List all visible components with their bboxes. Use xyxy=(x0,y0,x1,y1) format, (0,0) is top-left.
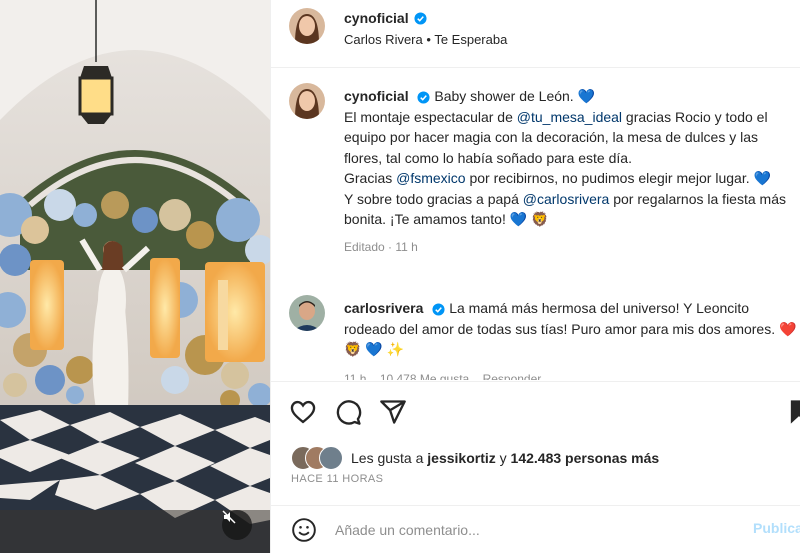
post-timestamp[interactable]: HACE 11 HORAS xyxy=(291,473,383,485)
post-caption: cynoficial Baby shower de León. 💙 El mon… xyxy=(344,86,799,257)
caption-text: por recibirnos, no pudimos elegir mejor … xyxy=(465,170,771,186)
caption-avatar-image xyxy=(289,83,325,119)
edited-label: Editado xyxy=(344,239,385,254)
comment-input[interactable] xyxy=(333,518,727,542)
post-photo xyxy=(0,0,270,553)
caption-text: Y sobre todo gracias a papá xyxy=(344,190,523,207)
caption-title: Baby shower de León. 💙 xyxy=(434,88,596,104)
likes-user[interactable]: jessikortiz xyxy=(427,450,495,466)
verified-icon xyxy=(414,11,427,25)
audio-song[interactable]: Te Esperaba xyxy=(434,32,507,47)
verified-icon xyxy=(417,91,431,104)
reply-button[interactable]: Responder xyxy=(483,372,542,381)
mute-button[interactable] xyxy=(222,510,252,540)
verified-icon xyxy=(432,303,445,316)
emoji-icon[interactable] xyxy=(291,517,317,543)
like-icon[interactable] xyxy=(289,398,317,426)
post-media[interactable] xyxy=(0,0,270,553)
caption-avatar[interactable] xyxy=(289,83,325,119)
likes-middle: y xyxy=(499,450,507,466)
liker-avatars xyxy=(291,446,347,470)
save-icon[interactable] xyxy=(785,398,800,426)
post-header: cynoficial Carlos Rivera • Te Esperaba xyxy=(271,0,800,68)
commenter-avatar-image xyxy=(289,295,325,331)
action-bar xyxy=(271,381,800,442)
comment-likes[interactable]: 10.478 Me gusta xyxy=(380,372,469,381)
audio-attribution: Carlos Rivera • Te Esperaba xyxy=(344,32,507,47)
mention-link[interactable]: @carlosrivera xyxy=(523,191,610,207)
caption-age[interactable]: 11 h xyxy=(395,240,417,254)
author-avatar-image xyxy=(289,8,325,44)
mention-link[interactable]: @tu_mesa_ideal xyxy=(517,109,622,125)
comment-username[interactable]: carlosrivera xyxy=(344,300,423,316)
header-username-row: cynoficial xyxy=(344,10,427,26)
post-details-panel: cynoficial Carlos Rivera • Te Esperaba c… xyxy=(270,0,800,553)
comment-meta: 11 h 10.478 Me gusta Responder xyxy=(344,369,799,381)
likes-prefix: Les gusta a xyxy=(351,450,424,466)
commenter-avatar[interactable] xyxy=(289,295,325,331)
mention-link[interactable]: @fsmexico xyxy=(396,170,465,186)
publish-button[interactable]: Publicar xyxy=(753,520,800,536)
mute-icon xyxy=(222,510,236,524)
header-username[interactable]: cynoficial xyxy=(344,10,409,26)
audio-separator: • xyxy=(426,32,431,47)
liker-avatar xyxy=(319,446,343,470)
likes-count[interactable]: 142.483 personas más xyxy=(511,450,660,466)
comments-area[interactable]: cynoficial Baby shower de León. 💙 El mon… xyxy=(271,67,800,380)
audio-artist[interactable]: Carlos Rivera xyxy=(344,32,423,47)
share-icon[interactable] xyxy=(379,398,407,426)
caption-text: El montaje espectacular de xyxy=(344,108,517,125)
caption-username[interactable]: cynoficial xyxy=(344,88,409,104)
comment-icon[interactable] xyxy=(334,398,362,426)
caption-text: Gracias xyxy=(344,170,397,186)
comment-item: carlosrivera La mamá más hermosa del uni… xyxy=(344,298,799,380)
add-comment-bar: Publicar xyxy=(271,505,800,554)
caption-meta: Editado · 11 h xyxy=(344,239,418,254)
author-avatar[interactable] xyxy=(289,8,325,44)
likes-summary: Les gusta a jessikortiz y 142.483 person… xyxy=(291,444,659,472)
comment-age[interactable]: 11 h xyxy=(344,372,366,381)
